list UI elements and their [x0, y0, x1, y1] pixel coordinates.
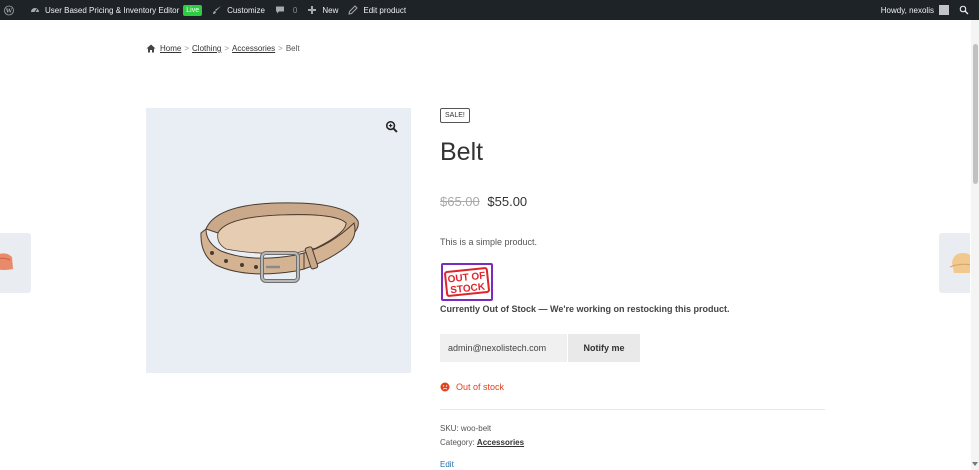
product-image-belt[interactable] — [196, 193, 361, 288]
svg-text:W: W — [5, 8, 13, 14]
admin-search-button[interactable] — [954, 0, 979, 20]
sale-badge: SALE! — [440, 108, 470, 123]
out-of-stock-badge: OUT OF STOCK — [441, 263, 493, 301]
wordpress-logo-button[interactable]: W — [0, 0, 25, 20]
out-of-stock-stamp-icon: OUT OF STOCK — [444, 267, 490, 297]
sad-face-icon — [440, 382, 450, 392]
notify-me-button[interactable]: Notify me — [568, 334, 640, 362]
breadcrumb-home-link[interactable]: Home — [160, 44, 181, 53]
previous-product-thumbnail — [0, 253, 13, 270]
admin-bar: W User Based Pricing & Inventory Editor … — [0, 0, 979, 20]
live-badge: Live — [183, 4, 203, 16]
paintbrush-icon — [212, 5, 222, 15]
product-gallery — [146, 108, 411, 373]
comment-icon — [275, 5, 285, 15]
sale-price: $55.00 — [487, 194, 528, 209]
pencil-icon — [348, 5, 359, 15]
product-price: $65.00 $55.00 — [440, 194, 527, 209]
new-content-menu[interactable]: New — [302, 0, 343, 20]
breadcrumb: Home > Clothing > Accessories > Belt — [146, 44, 300, 53]
dashboard-icon — [30, 5, 40, 15]
back-in-stock-notify-form: Notify me — [440, 334, 640, 362]
short-description: This is a simple product. — [440, 237, 538, 247]
stock-status-label: Out of stock — [456, 382, 505, 392]
product-title: Belt — [440, 138, 484, 166]
breadcrumb-separator: > — [184, 44, 190, 53]
new-label: New — [322, 5, 339, 15]
next-product-link[interactable] — [939, 233, 970, 293]
avatar — [939, 5, 949, 15]
customize-link[interactable]: Customize — [207, 0, 270, 20]
category-link[interactable]: Accessories — [477, 438, 524, 447]
comments-link[interactable]: 0 — [270, 0, 302, 20]
breadcrumb-separator: > — [278, 44, 283, 53]
breadcrumb-clothing-link[interactable]: Clothing — [192, 44, 221, 53]
svg-text:STOCK: STOCK — [450, 282, 487, 297]
previous-product-link[interactable] — [0, 233, 31, 293]
page-scrollbar[interactable] — [971, 20, 979, 470]
sku-label: SKU: — [440, 424, 459, 433]
plus-icon — [307, 5, 317, 15]
home-icon — [146, 44, 156, 53]
breadcrumb-separator: > — [224, 44, 230, 53]
customize-label: Customize — [227, 5, 265, 15]
regular-price: $65.00 — [440, 194, 480, 209]
edit-product-link[interactable]: Edit product — [343, 0, 411, 20]
sku-value: woo-belt — [460, 424, 492, 433]
howdy-label: Howdy, nexolis — [880, 5, 934, 15]
edit-product-link[interactable]: Edit — [440, 460, 454, 469]
scrollbar-thumb[interactable] — [973, 44, 978, 184]
site-name-label: User Based Pricing & Inventory Editor — [45, 5, 180, 15]
stock-status: Out of stock — [440, 382, 504, 392]
breadcrumb-accessories-link[interactable]: Accessories — [232, 44, 275, 53]
category-label: Category: — [440, 438, 475, 447]
my-account-menu[interactable]: Howdy, nexolis — [876, 0, 954, 20]
zoom-icon[interactable] — [385, 120, 399, 134]
scroll-down-arrow-icon[interactable] — [972, 462, 978, 466]
site-name-menu[interactable]: User Based Pricing & Inventory Editor Li… — [25, 0, 207, 20]
edit-product-label: Edit product — [363, 5, 407, 15]
breadcrumb-current: Belt — [285, 44, 300, 53]
out-of-stock-message: Currently Out of Stock — We're working o… — [440, 304, 730, 314]
sku-row: SKU: woo-belt — [440, 422, 524, 436]
next-product-thumbnail — [949, 253, 970, 273]
category-row: Category: Accessories — [440, 436, 524, 450]
product-meta: SKU: woo-belt Category: Accessories — [440, 422, 524, 450]
divider — [440, 409, 825, 410]
search-icon — [959, 5, 969, 15]
wordpress-icon: W — [4, 5, 14, 15]
notify-email-input[interactable] — [440, 334, 567, 362]
comments-count: 0 — [292, 5, 298, 15]
